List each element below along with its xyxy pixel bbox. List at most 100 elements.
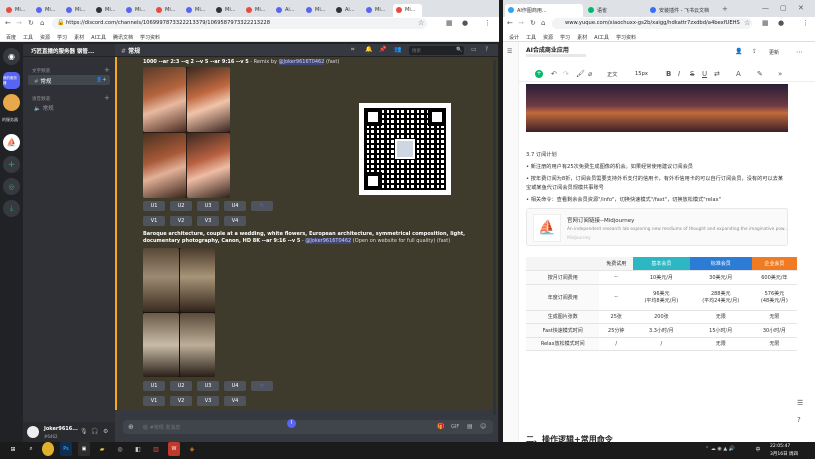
back-icon[interactable]: ← bbox=[5, 19, 11, 27]
left-tab-0[interactable]: Mi... bbox=[3, 4, 32, 17]
left-tab-4[interactable]: Mi... bbox=[123, 4, 152, 17]
grid2-image-4[interactable] bbox=[180, 313, 215, 377]
left-tab-3[interactable]: Mi... bbox=[93, 4, 122, 17]
home-icon[interactable]: ⌂ bbox=[541, 19, 545, 27]
variation-1-button[interactable]: V1 bbox=[143, 396, 165, 406]
bookmark-0[interactable]: 设计 bbox=[509, 34, 519, 41]
close-icon[interactable]: ✕ bbox=[798, 4, 804, 12]
clear-format-icon[interactable]: ⌀ bbox=[588, 70, 592, 78]
bookmark-6[interactable]: 腾讯文档 bbox=[113, 34, 133, 41]
threads-icon[interactable]: ⌗ bbox=[351, 46, 354, 54]
body-style-select[interactable]: 正文 bbox=[607, 71, 617, 78]
variation-2-button[interactable]: V2 bbox=[170, 396, 192, 406]
format-painter-icon[interactable]: 🖌 bbox=[576, 70, 585, 78]
grid2-image-1[interactable] bbox=[143, 248, 179, 312]
new-tab-icon[interactable]: + bbox=[722, 5, 728, 13]
grid1-image-3[interactable] bbox=[143, 133, 186, 198]
star-icon[interactable]: ☆ bbox=[744, 19, 750, 27]
variation-2-button[interactable]: V2 bbox=[170, 216, 192, 226]
members-icon[interactable]: 👥 bbox=[394, 46, 401, 54]
gif-icon[interactable]: GIF bbox=[451, 423, 459, 431]
grid2-image-3[interactable] bbox=[143, 313, 179, 377]
user-mention[interactable]: @Joker9616T0462 bbox=[278, 59, 325, 65]
upscale-3-button[interactable]: U3 bbox=[197, 381, 219, 391]
outline-icon[interactable]: ☰ bbox=[797, 399, 803, 407]
taskbar-search-icon[interactable]: ⌕ bbox=[24, 442, 38, 456]
extensions-icon[interactable]: ▦ bbox=[762, 19, 769, 27]
taskbar-app3-icon[interactable]: ◧ bbox=[132, 442, 144, 456]
home-icon[interactable]: ⌂ bbox=[40, 19, 44, 27]
left-tab-7[interactable]: Mi... bbox=[213, 4, 242, 17]
reroll-button[interactable]: ↻ bbox=[251, 201, 273, 211]
left-tab-9[interactable]: Ai... bbox=[273, 4, 302, 17]
font-size-select[interactable]: 15px bbox=[635, 71, 648, 77]
taskbar-folder-icon[interactable]: ▰ bbox=[96, 442, 108, 456]
settings-icon[interactable]: ⚙ bbox=[103, 428, 108, 436]
redo-icon[interactable]: ↷ bbox=[563, 70, 569, 78]
pin-icon[interactable]: 📌 bbox=[379, 46, 386, 54]
start-icon[interactable]: ⊞ bbox=[6, 442, 20, 456]
menu-icon[interactable]: ⋮ bbox=[484, 19, 491, 27]
taskbar-app2-icon[interactable]: ◎ bbox=[114, 442, 126, 456]
variation-3-button[interactable]: V3 bbox=[197, 396, 219, 406]
right-tab-2[interactable]: 安装插件 - 飞书云文档 bbox=[647, 4, 719, 17]
upscale-4-button[interactable]: U4 bbox=[224, 381, 246, 391]
expand-toolbar-icon[interactable]: » bbox=[778, 70, 782, 78]
add-server-icon[interactable]: + bbox=[3, 156, 20, 173]
right-tab-0[interactable]: AI作图商用... bbox=[505, 4, 583, 17]
category-text-channels[interactable]: 文字频道 bbox=[32, 68, 50, 74]
left-tab-5[interactable]: Mi... bbox=[153, 4, 182, 17]
taskbar-app-icon[interactable]: ▣ bbox=[78, 442, 90, 456]
category-voice-channels[interactable]: 语音频道 bbox=[32, 96, 50, 102]
bookmark-2[interactable]: 资源 bbox=[543, 34, 553, 41]
sidebar-toggle-icon[interactable]: ☰ bbox=[507, 48, 512, 56]
forward-icon[interactable]: → bbox=[16, 19, 22, 27]
help-icon[interactable]: ? bbox=[485, 46, 488, 54]
upscale-2-button[interactable]: U2 bbox=[170, 201, 192, 211]
bookmark-0[interactable]: 百度 bbox=[6, 34, 16, 41]
left-tab-6[interactable]: Mi... bbox=[183, 4, 212, 17]
bookmark-2[interactable]: 资源 bbox=[40, 34, 50, 41]
sticker-icon[interactable]: ▤ bbox=[467, 423, 473, 431]
invite-icon[interactable]: 👤+ bbox=[96, 76, 106, 84]
discord-home-icon[interactable]: ◉ bbox=[3, 48, 20, 65]
right-tab-1[interactable]: 语雀 bbox=[585, 4, 645, 17]
italic-icon[interactable]: I bbox=[678, 70, 680, 78]
more-format-icon[interactable]: ⇄ bbox=[714, 70, 720, 78]
bookmark-3[interactable]: 学习 bbox=[560, 34, 570, 41]
emoji-icon[interactable]: ☺ bbox=[480, 423, 486, 431]
extensions-icon[interactable]: ▦ bbox=[446, 19, 453, 27]
server-icon-avatar[interactable] bbox=[3, 94, 20, 111]
bold-icon[interactable]: B bbox=[666, 70, 671, 78]
left-tab-13[interactable]: Mi... bbox=[393, 4, 422, 17]
strikethrough-icon[interactable]: S bbox=[690, 70, 694, 78]
menu-icon[interactable]: ⋮ bbox=[802, 19, 809, 27]
left-tab-1[interactable]: Mi... bbox=[33, 4, 62, 17]
channel-item-voice[interactable]: 🔈 常规 bbox=[34, 104, 54, 112]
grid1-image-1[interactable] bbox=[143, 67, 186, 132]
headphones-icon[interactable]: 🎧 bbox=[91, 428, 98, 436]
taskbar-app5-icon[interactable]: ◈ bbox=[186, 442, 198, 456]
highlight-icon[interactable]: ✎ bbox=[757, 70, 763, 78]
grid1-image-2[interactable] bbox=[187, 67, 230, 132]
mic-icon[interactable]: 🎙 bbox=[80, 428, 88, 436]
add-voice-channel-icon[interactable]: + bbox=[104, 94, 110, 102]
taskbar-app4-icon[interactable]: ▥ bbox=[150, 442, 162, 456]
input-language[interactable]: 中 bbox=[752, 442, 764, 456]
attach-icon[interactable]: ⊕ bbox=[128, 423, 134, 431]
share-icon[interactable]: ⇪ bbox=[752, 48, 757, 56]
left-tab-12[interactable]: Mi... bbox=[363, 4, 392, 17]
upscale-1-button[interactable]: U1 bbox=[143, 201, 165, 211]
variation-3-button[interactable]: V3 bbox=[197, 216, 219, 226]
reroll-button[interactable]: ↻ bbox=[251, 381, 273, 391]
bell-icon[interactable]: 🔔 bbox=[365, 46, 372, 54]
help-icon[interactable]: ? bbox=[797, 416, 801, 424]
forward-icon[interactable]: → bbox=[518, 19, 524, 27]
taskbar-ps-icon[interactable]: Ps bbox=[60, 442, 72, 456]
grid1-image-4[interactable] bbox=[187, 133, 230, 198]
star-icon[interactable]: ☆ bbox=[418, 19, 424, 27]
server-icon-active[interactable]: 我的服务器 bbox=[3, 72, 20, 89]
bookmark-5[interactable]: AI工具 bbox=[594, 34, 609, 41]
bookmark-1[interactable]: 工具 bbox=[526, 34, 536, 41]
upscale-2-button[interactable]: U2 bbox=[170, 381, 192, 391]
